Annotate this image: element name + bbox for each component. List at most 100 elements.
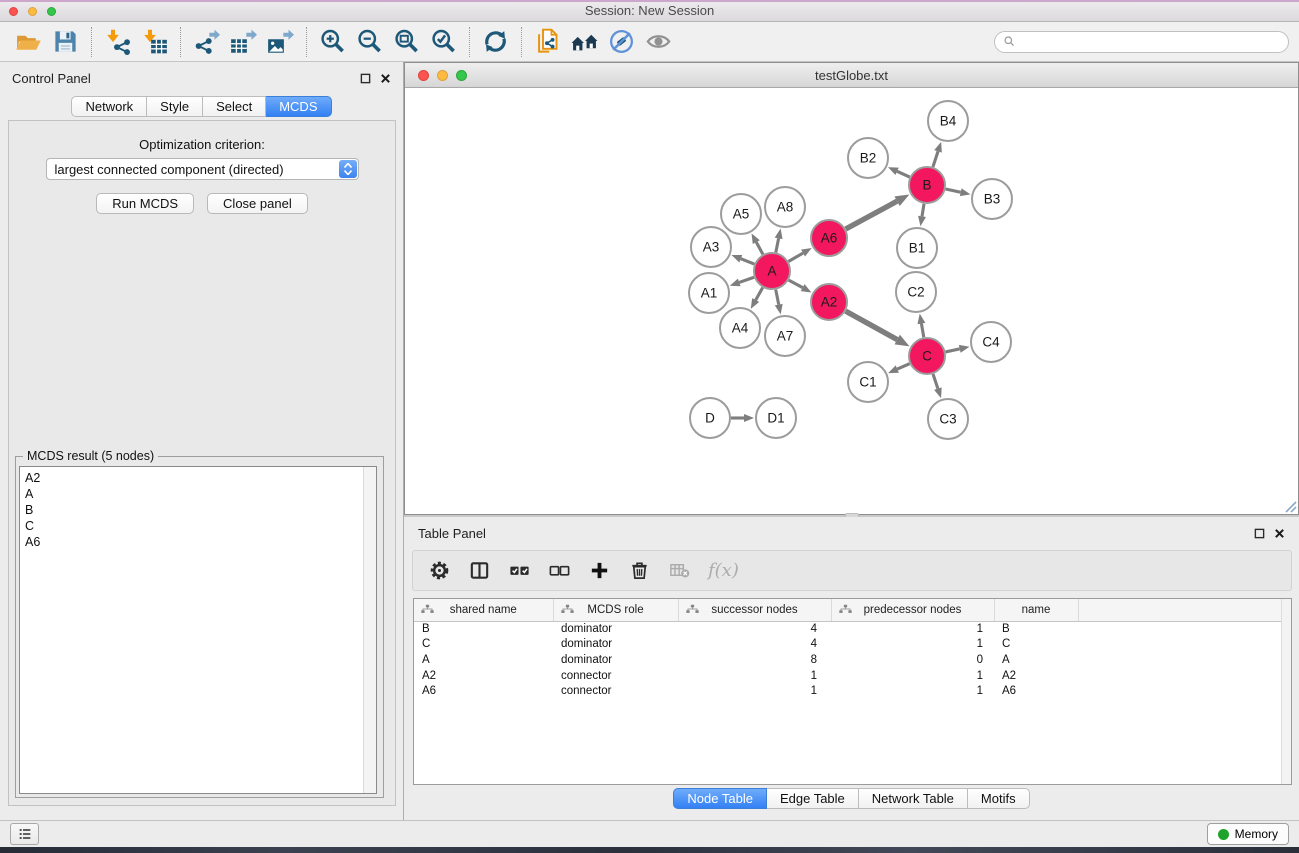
- table-scrollbar[interactable]: [1281, 599, 1291, 784]
- column-header-mcds-role[interactable]: MCDS role: [553, 599, 678, 621]
- graph-edge-B-B3[interactable]: [946, 189, 961, 192]
- table-row[interactable]: Adominator80A: [414, 653, 1291, 669]
- table-row[interactable]: Cdominator41C: [414, 637, 1291, 653]
- table-cell[interactable]: C: [994, 637, 1078, 653]
- graph-edge-A-A7[interactable]: [776, 290, 779, 305]
- home-button[interactable]: [566, 25, 603, 59]
- table-cell[interactable]: A: [994, 653, 1078, 669]
- export-table-button[interactable]: [225, 25, 262, 59]
- table-cell[interactable]: 4: [678, 637, 831, 653]
- zoom-out-button[interactable]: [351, 25, 388, 59]
- network-minimize-button[interactable]: [437, 70, 448, 81]
- table-cell[interactable]: 8: [678, 653, 831, 669]
- open-session-button[interactable]: [10, 25, 47, 59]
- column-header-successor-nodes[interactable]: successor nodes: [678, 599, 831, 621]
- table-row[interactable]: Bdominator41B: [414, 621, 1291, 637]
- table-row[interactable]: A2connector11A2: [414, 669, 1291, 685]
- network-graph[interactable]: B4B2BB3A5A8A6A3B1AA1C2A2A4A7C4CC1C3DD1: [405, 89, 1298, 514]
- unselect-all-columns-button[interactable]: [548, 559, 571, 582]
- export-network-button[interactable]: [188, 25, 225, 59]
- show-graphics-details-button[interactable]: [640, 25, 677, 59]
- graph-edge-A2-C[interactable]: [846, 311, 898, 339]
- graph-edge-A6-B[interactable]: [846, 201, 897, 229]
- import-table-button[interactable]: [136, 25, 173, 59]
- table-cell[interactable]: 1: [831, 669, 994, 685]
- close-panel-button[interactable]: Close panel: [207, 193, 308, 214]
- close-window-button[interactable]: [9, 7, 18, 16]
- mcds-result-item[interactable]: A2: [25, 470, 376, 486]
- apply-layout-button[interactable]: [477, 25, 514, 59]
- mcds-result-item[interactable]: C: [25, 518, 376, 534]
- network-canvas[interactable]: B4B2BB3A5A8A6A3B1AA1C2A2A4A7C4CC1C3DD1: [405, 89, 1298, 514]
- delete-columns-button[interactable]: [628, 559, 651, 582]
- table-cell[interactable]: dominator: [553, 621, 678, 637]
- table-cell[interactable]: 1: [831, 684, 994, 700]
- zoom-window-button[interactable]: [47, 7, 56, 16]
- optimization-criterion-dropdown[interactable]: largest connected component (directed): [46, 158, 359, 180]
- network-zoom-button[interactable]: [456, 70, 467, 81]
- table-cell[interactable]: 4: [678, 621, 831, 637]
- tab-style[interactable]: Style: [147, 96, 203, 117]
- graph-edge-A-A6[interactable]: [788, 253, 803, 261]
- float-table-panel-icon[interactable]: [1254, 528, 1265, 539]
- table-tab-motifs[interactable]: Motifs: [968, 788, 1030, 809]
- graph-edge-C-C3[interactable]: [933, 374, 938, 389]
- table-cell[interactable]: B: [994, 621, 1078, 637]
- save-session-button[interactable]: [47, 25, 84, 59]
- column-header-name[interactable]: name: [994, 599, 1078, 621]
- zoom-in-button[interactable]: [314, 25, 351, 59]
- table-cell[interactable]: connector: [553, 684, 678, 700]
- table-cell[interactable]: A2: [994, 669, 1078, 685]
- search-input[interactable]: [1021, 35, 1280, 49]
- column-header-shared-name[interactable]: shared name: [414, 599, 553, 621]
- search-field[interactable]: [994, 31, 1289, 53]
- mcds-result-item[interactable]: A: [25, 486, 376, 502]
- tab-network[interactable]: Network: [71, 96, 147, 117]
- table-cell[interactable]: 1: [831, 637, 994, 653]
- table-cell[interactable]: 1: [678, 669, 831, 685]
- graph-edge-B-B4[interactable]: [933, 151, 938, 167]
- table-cell[interactable]: dominator: [553, 637, 678, 653]
- table-cell[interactable]: connector: [553, 669, 678, 685]
- run-mcds-button[interactable]: Run MCDS: [96, 193, 194, 214]
- mcds-result-item[interactable]: B: [25, 502, 376, 518]
- table-cell[interactable]: dominator: [553, 653, 678, 669]
- show-columns-button[interactable]: [468, 559, 491, 582]
- export-image-button[interactable]: [262, 25, 299, 59]
- zoom-selected-button[interactable]: [425, 25, 462, 59]
- select-all-columns-button[interactable]: [508, 559, 531, 582]
- graph-edge-B-B2[interactable]: [897, 171, 910, 177]
- network-window-titlebar[interactable]: testGlobe.txt: [405, 63, 1298, 88]
- minimize-window-button[interactable]: [28, 7, 37, 16]
- graph-edge-A-A4[interactable]: [756, 288, 763, 301]
- graph-edge-C-C4[interactable]: [946, 349, 960, 352]
- show-panels-button[interactable]: [10, 823, 39, 845]
- memory-button[interactable]: Memory: [1207, 823, 1289, 845]
- tab-select[interactable]: Select: [203, 96, 266, 117]
- table-tab-node-table[interactable]: Node Table: [673, 788, 767, 809]
- resize-grip-icon[interactable]: [1284, 500, 1297, 513]
- graph-edge-A-A1[interactable]: [739, 277, 754, 282]
- table-row[interactable]: A6connector11A6: [414, 684, 1291, 700]
- table-cell[interactable]: 0: [831, 653, 994, 669]
- create-column-button[interactable]: [588, 559, 611, 582]
- float-panel-icon[interactable]: [360, 73, 371, 84]
- mcds-result-item[interactable]: A6: [25, 534, 376, 550]
- table-options-button[interactable]: [428, 559, 451, 582]
- table-tab-edge-table[interactable]: Edge Table: [767, 788, 859, 809]
- result-scrollbar[interactable]: [363, 467, 376, 793]
- graph-edge-B-B1[interactable]: [922, 204, 924, 217]
- table-cell[interactable]: 1: [678, 684, 831, 700]
- tab-mcds[interactable]: MCDS: [266, 96, 331, 117]
- table-cell[interactable]: A: [414, 653, 553, 669]
- close-panel-icon[interactable]: [380, 73, 391, 84]
- hide-graphics-details-button[interactable]: [603, 25, 640, 59]
- table-cell[interactable]: C: [414, 637, 553, 653]
- duplicate-network-button[interactable]: [529, 25, 566, 59]
- column-header-predecessor-nodes[interactable]: predecessor nodes: [831, 599, 994, 621]
- close-table-panel-icon[interactable]: [1274, 528, 1285, 539]
- table-cell[interactable]: B: [414, 621, 553, 637]
- table-cell[interactable]: A2: [414, 669, 553, 685]
- graph-edge-A-A8[interactable]: [776, 238, 779, 252]
- table-cell[interactable]: 1: [831, 621, 994, 637]
